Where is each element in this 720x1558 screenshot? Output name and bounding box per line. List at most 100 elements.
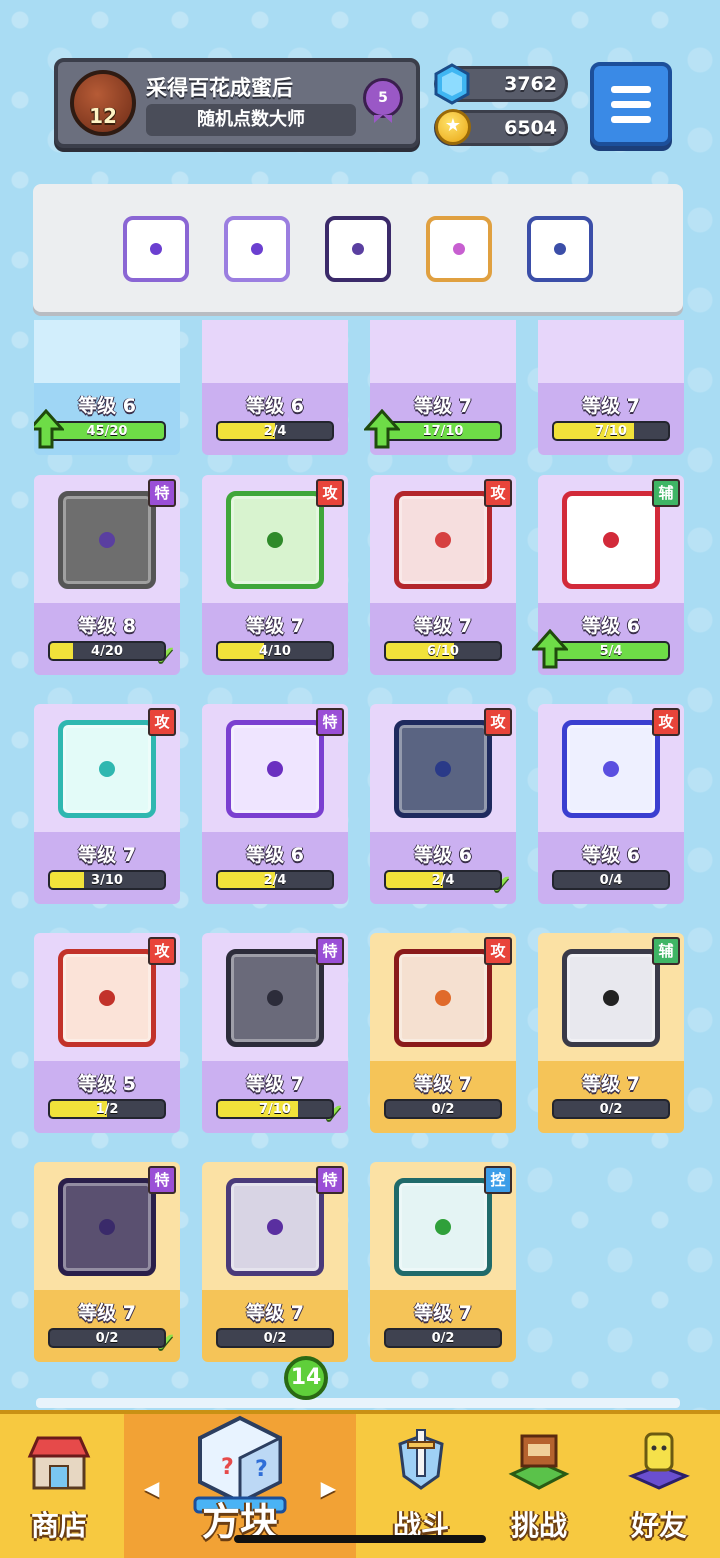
dice-card-wind-die[interactable]: 攻等级 7 3/10 bbox=[34, 704, 180, 904]
dice-type-tag: 攻 bbox=[484, 479, 512, 507]
progress-text: 7/10 bbox=[595, 424, 627, 439]
die-pip bbox=[435, 761, 451, 777]
dice-card-dragon-beast-die[interactable]: 辅等级 7 0/2 bbox=[538, 933, 684, 1133]
progress-bar: 6/10 bbox=[384, 641, 502, 661]
coin-counter[interactable]: ★ 6504 bbox=[434, 109, 568, 146]
rank-medal-icon[interactable]: 5 bbox=[363, 78, 403, 123]
progress-text: 1/2 bbox=[95, 1102, 119, 1117]
player-name: 采得百花成蜜后 bbox=[146, 76, 293, 100]
wind-die-icon bbox=[58, 720, 156, 818]
dice-card-orb-die[interactable]: 攻等级 6 0/4 bbox=[538, 704, 684, 904]
progress-bar: 1/2 bbox=[48, 1099, 166, 1119]
dice-type-tag: 辅 bbox=[652, 479, 680, 507]
dice-type-tag: 攻 bbox=[484, 937, 512, 965]
shop-icon bbox=[27, 1436, 91, 1490]
progress-text: 7/10 bbox=[259, 1102, 291, 1117]
dice-card-rainbow-grey-die[interactable]: ✔特等级 84/20 bbox=[34, 475, 180, 675]
progress-bar: 5/4 bbox=[552, 641, 670, 661]
dark-lightning-die-icon bbox=[226, 949, 324, 1047]
deck-mystery-die[interactable] bbox=[224, 216, 290, 282]
svg-text:?: ? bbox=[221, 1455, 234, 1480]
progress-text: 3/10 bbox=[91, 873, 123, 888]
upgrade-arrow-icon[interactable] bbox=[532, 629, 568, 669]
dice-card-crit-die[interactable]: 辅等级 6 5/4 bbox=[532, 475, 684, 675]
rainbow-grey-die-icon bbox=[58, 491, 156, 589]
dice-level: 等级 8 bbox=[78, 615, 136, 637]
upgrade-arrow-icon[interactable] bbox=[364, 409, 400, 449]
dice-type-tag: 特 bbox=[316, 937, 344, 965]
dice-card[interactable]: 等级 7 17/10 bbox=[364, 320, 516, 455]
dice-row-partial: 等级 6 45/20 等级 6 2/4 等级 7 17/10 等级 7 7/10 bbox=[34, 320, 684, 455]
progress-bar: 3/10 bbox=[48, 870, 166, 890]
die-pip bbox=[99, 1219, 115, 1235]
dragon-dark-die-icon bbox=[58, 1178, 156, 1276]
crit-die-icon bbox=[562, 491, 660, 589]
die-pip bbox=[435, 532, 451, 548]
dice-level: 等级 7 bbox=[246, 1302, 304, 1324]
die-pip bbox=[453, 243, 465, 255]
dice-level: 等级 6 bbox=[246, 395, 304, 417]
dice-level: 等级 7 bbox=[414, 615, 472, 637]
dice-card-teleport-die[interactable]: 特等级 6 2/4 bbox=[202, 704, 348, 904]
die-pip bbox=[352, 243, 364, 255]
dice-card[interactable]: 等级 6 2/4 bbox=[202, 320, 348, 455]
battle-icon bbox=[398, 1429, 444, 1490]
progress-bar: 4/20 bbox=[48, 641, 166, 661]
dice-card-crack-die[interactable]: 攻等级 7 6/10 bbox=[370, 475, 516, 675]
orb-die-icon bbox=[562, 720, 660, 818]
dice-card[interactable]: 等级 7 7/10 bbox=[538, 320, 684, 455]
deck-gear-die[interactable] bbox=[527, 216, 593, 282]
coin-amount: 6504 bbox=[504, 117, 557, 139]
dice-card-dragon-wind-die[interactable]: 控等级 7 0/2 bbox=[370, 1162, 516, 1362]
progress-bar: 2/4 bbox=[216, 870, 334, 890]
next-arrow-icon[interactable]: ▶ bbox=[321, 1476, 336, 1500]
home-indicator bbox=[234, 1535, 486, 1543]
progress-text: 5/4 bbox=[599, 644, 623, 659]
menu-button[interactable] bbox=[590, 62, 672, 146]
dice-type-tag: 攻 bbox=[652, 708, 680, 736]
nav-shop[interactable]: 商店 bbox=[0, 1414, 118, 1558]
die-pip bbox=[99, 990, 115, 1006]
die-pip bbox=[267, 532, 283, 548]
deck-bar bbox=[33, 184, 683, 312]
dice-level: 等级 7 bbox=[582, 395, 640, 417]
player-avatar[interactable]: 12 bbox=[70, 70, 136, 136]
dice-type-tag: 控 bbox=[484, 1166, 512, 1194]
progress-text: 0/2 bbox=[263, 1331, 287, 1346]
poison-die-icon bbox=[226, 491, 324, 589]
gem-counter[interactable]: 3762 bbox=[434, 63, 568, 105]
deck-dragon-lightning-die[interactable] bbox=[325, 216, 391, 282]
dice-card-dragon-void-die[interactable]: 特等级 7 0/2 bbox=[202, 1162, 348, 1362]
dice-card[interactable]: 等级 6 45/20 bbox=[34, 320, 180, 455]
dice-card-fire-die[interactable]: 攻等级 5 1/2 bbox=[34, 933, 180, 1133]
card-face bbox=[202, 320, 348, 383]
die-pip bbox=[435, 990, 451, 1006]
dice-type-tag: 攻 bbox=[148, 937, 176, 965]
nav-shop-label: 商店 bbox=[30, 1509, 87, 1542]
prev-arrow-icon[interactable]: ◀ bbox=[144, 1476, 159, 1500]
progress-text: 0/2 bbox=[599, 1102, 623, 1117]
die-pip bbox=[603, 532, 619, 548]
deck-lightning-die[interactable] bbox=[123, 216, 189, 282]
dice-level: 等级 7 bbox=[246, 615, 304, 637]
dragon-sun-die-icon bbox=[394, 949, 492, 1047]
scroll-track bbox=[36, 1398, 680, 1408]
dice-card-poison-die[interactable]: 攻等级 7 4/10 bbox=[202, 475, 348, 675]
dice-level: 等级 7 bbox=[582, 1073, 640, 1095]
profile-panel[interactable]: 12 采得百花成蜜后 随机点数大师 5 bbox=[54, 58, 420, 148]
die-pip bbox=[435, 1219, 451, 1235]
dice-level: 等级 7 bbox=[414, 1302, 472, 1324]
deck-rainbow-die[interactable] bbox=[426, 216, 492, 282]
friends-icon bbox=[628, 1432, 690, 1490]
progress-bar: 7/10 bbox=[552, 421, 670, 441]
upgrade-arrow-icon[interactable] bbox=[34, 409, 64, 449]
dice-card-dragon-dark-die[interactable]: ✔特等级 70/2 bbox=[34, 1162, 180, 1362]
nav-friends[interactable]: 好友 bbox=[598, 1414, 720, 1558]
progress-text: 2/4 bbox=[431, 873, 455, 888]
dragon-void-die-icon bbox=[226, 1178, 324, 1276]
nav-challenge[interactable]: 挑战 bbox=[480, 1414, 598, 1558]
dice-card-dark-lightning-die[interactable]: ✔特等级 77/10 bbox=[202, 933, 348, 1133]
dice-level: 等级 6 bbox=[246, 844, 304, 866]
dice-card-dragon-sun-die[interactable]: 攻等级 7 0/2 bbox=[370, 933, 516, 1133]
dice-card-gear-die[interactable]: ✔攻等级 62/4 bbox=[370, 704, 516, 904]
